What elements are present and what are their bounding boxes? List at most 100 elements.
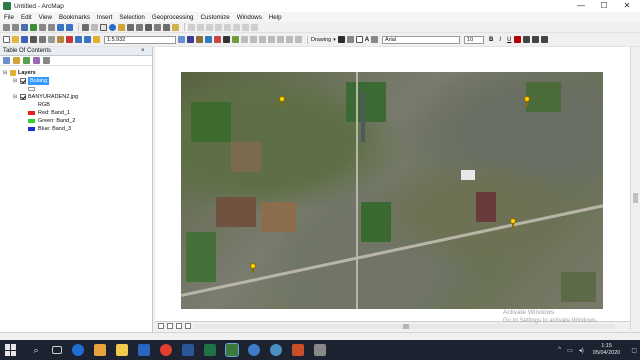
clock[interactable]: 1:15 05/04/2020 <box>593 343 621 357</box>
georef-4-icon[interactable] <box>215 23 222 31</box>
fixed-zoom-in-icon[interactable] <box>39 23 46 31</box>
file-explorer-icon[interactable] <box>116 344 128 356</box>
collapse-icon[interactable]: ⊟ <box>13 78 18 84</box>
excel-icon[interactable] <box>204 344 216 356</box>
save-icon[interactable] <box>21 36 28 43</box>
notifications-icon[interactable]: ▢ <box>631 347 637 354</box>
chrome-icon[interactable] <box>160 344 172 356</box>
zoom-in-icon[interactable] <box>3 23 10 31</box>
vertical-scrollbar[interactable] <box>630 47 640 330</box>
cut-icon[interactable] <box>39 36 46 43</box>
menu-file[interactable]: File <box>4 14 14 21</box>
table-of-contents-icon[interactable] <box>187 36 194 43</box>
full-extent-icon[interactable] <box>30 23 37 31</box>
collapse-icon[interactable]: ⊟ <box>3 70 8 76</box>
layer-name-banyuraden[interactable]: BANYURADEN2.jpg <box>28 93 78 101</box>
toc-options-icon[interactable] <box>43 57 50 64</box>
font-name-select[interactable]: Arial <box>382 35 461 44</box>
list-by-selection-icon[interactable] <box>33 57 40 64</box>
html-popup-icon[interactable] <box>154 23 161 31</box>
georef-8-icon[interactable] <box>251 23 258 31</box>
back-extent-icon[interactable] <box>57 23 64 31</box>
arctoolbox-icon[interactable] <box>214 36 221 43</box>
layer-row-banyuraden[interactable]: ⊟ BANYURADEN2.jpg <box>13 93 78 101</box>
pause-drawing-icon[interactable] <box>185 323 191 329</box>
georef-5-icon[interactable] <box>224 23 231 31</box>
point-symbol-swatch[interactable] <box>28 87 35 91</box>
arcglobe-icon[interactable] <box>270 344 282 356</box>
map-marker-pin[interactable] <box>523 96 531 106</box>
menu-bookmarks[interactable]: Bookmarks <box>59 14 90 21</box>
font-color-icon[interactable] <box>514 36 522 43</box>
map-scale-input[interactable]: 1:5.932 <box>104 35 176 44</box>
network-icon[interactable]: ▭ <box>567 347 573 354</box>
hyperlink-icon[interactable] <box>145 23 152 31</box>
rectangle-tool-icon[interactable] <box>355 36 363 43</box>
zoom-out-icon[interactable] <box>12 23 19 31</box>
find-icon[interactable] <box>118 23 125 31</box>
tool-placeholder-1-icon[interactable] <box>241 36 248 43</box>
modelbuilder-icon[interactable] <box>232 36 239 43</box>
tool-placeholder-6-icon[interactable] <box>286 36 293 43</box>
toc-close-icon[interactable]: × <box>141 47 149 57</box>
map-marker-pin[interactable] <box>278 96 286 106</box>
menu-geoprocessing[interactable]: Geoprocessing <box>152 14 194 21</box>
tool-placeholder-2-icon[interactable] <box>250 36 257 43</box>
georef-6-icon[interactable] <box>233 23 240 31</box>
copy-icon[interactable] <box>48 36 55 43</box>
add-data-icon[interactable] <box>93 36 100 43</box>
measure-icon[interactable] <box>136 23 143 31</box>
map-marker-pin[interactable] <box>509 218 517 228</box>
clear-selection-icon[interactable] <box>91 23 98 31</box>
tool-placeholder-5-icon[interactable] <box>277 36 284 43</box>
layer-name-bulang[interactable]: Bulang <box>28 77 50 85</box>
menu-insert[interactable]: Insert <box>97 14 112 21</box>
catalog-icon[interactable] <box>196 36 203 43</box>
settings-icon[interactable] <box>314 344 326 356</box>
rotate-icon[interactable] <box>346 36 354 43</box>
collapse-icon[interactable]: ⊟ <box>13 94 18 100</box>
georef-2-icon[interactable] <box>197 23 204 31</box>
arcmap-taskbar-icon[interactable] <box>225 343 239 357</box>
word-icon[interactable] <box>182 344 194 356</box>
tool-placeholder-7-icon[interactable] <box>295 36 302 43</box>
search-window-icon[interactable] <box>205 36 212 43</box>
map-marker-pin[interactable] <box>249 263 257 273</box>
tool-placeholder-4-icon[interactable] <box>268 36 275 43</box>
list-by-source-icon[interactable] <box>13 57 20 64</box>
line-color-icon[interactable] <box>532 36 540 43</box>
italic-button[interactable]: I <box>499 37 501 43</box>
georef-7-icon[interactable] <box>242 23 249 31</box>
mail-icon[interactable] <box>138 344 150 356</box>
fill-color-icon[interactable] <box>523 36 531 43</box>
underline-button[interactable]: U <box>507 37 511 43</box>
open-icon[interactable] <box>12 36 19 43</box>
menu-edit[interactable]: Edit <box>21 14 32 21</box>
refresh-icon[interactable] <box>176 323 182 329</box>
time-slider-icon[interactable] <box>163 23 170 31</box>
create-viewer-icon[interactable] <box>172 23 179 31</box>
editor-toolbar-icon[interactable] <box>178 36 185 43</box>
forward-extent-icon[interactable] <box>66 23 73 31</box>
font-size-select[interactable]: 10 <box>464 35 485 44</box>
map-display[interactable] <box>155 47 630 330</box>
layer-visibility-checkbox[interactable] <box>20 78 26 84</box>
select-elements-icon[interactable] <box>100 23 107 31</box>
marker-color-icon[interactable] <box>541 36 549 43</box>
scroll-thumb[interactable] <box>403 324 409 329</box>
search-icon[interactable]: ⌕ <box>30 344 42 356</box>
bold-button[interactable]: B <box>489 37 493 43</box>
tool-placeholder-3-icon[interactable] <box>259 36 266 43</box>
new-document-icon[interactable] <box>3 36 10 43</box>
go-to-xy-icon[interactable] <box>127 23 134 31</box>
satellite-image[interactable] <box>181 72 603 309</box>
internet-explorer-icon[interactable] <box>248 344 260 356</box>
pan-icon[interactable] <box>21 23 28 31</box>
layout-view-icon[interactable] <box>167 323 173 329</box>
drawing-dropdown-arrow-icon[interactable]: ▾ <box>333 37 336 43</box>
delete-icon[interactable] <box>66 36 73 43</box>
menu-view[interactable]: View <box>39 14 52 21</box>
print-icon[interactable] <box>30 36 37 43</box>
task-view-icon[interactable] <box>52 346 62 354</box>
redo-icon[interactable] <box>84 36 91 43</box>
